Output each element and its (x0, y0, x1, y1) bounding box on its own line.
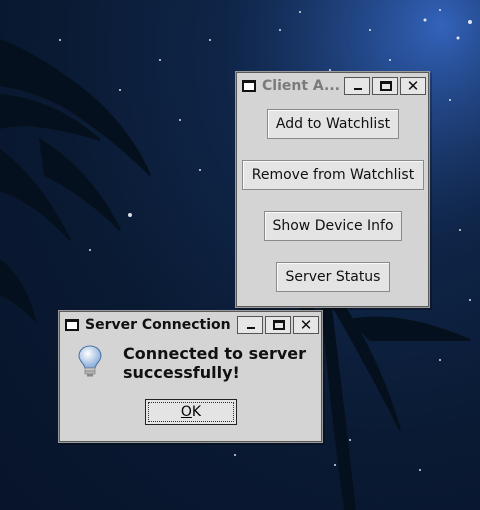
remove-from-watchlist-button[interactable]: Remove from Watchlist (242, 160, 424, 190)
lightbulb-icon (78, 345, 102, 377)
ok-label-rest: K (191, 404, 202, 420)
minimize-button[interactable] (344, 77, 370, 95)
maximize-icon (380, 81, 392, 91)
minimize-icon (247, 327, 255, 329)
minimize-button[interactable] (237, 316, 263, 334)
add-to-watchlist-button[interactable]: Add to Watchlist (267, 109, 399, 139)
show-device-info-button[interactable]: Show Device Info (264, 211, 402, 241)
client-window: Client A... ✕ Add to Watchlist Remove fr… (235, 71, 430, 308)
dialog-title: Server Connection (85, 317, 231, 333)
client-window-titlebar[interactable]: Client A... ✕ (239, 75, 426, 97)
dialog-titlebar[interactable]: Server Connection ✕ (62, 314, 319, 336)
minimize-icon (354, 88, 362, 90)
window-menu-icon[interactable] (65, 319, 79, 331)
close-icon: ✕ (406, 77, 420, 95)
ok-mnemonic: O (180, 404, 192, 420)
maximize-button[interactable] (372, 77, 398, 95)
client-window-title: Client A... (262, 78, 340, 94)
maximize-button[interactable] (265, 316, 291, 334)
maximize-icon (273, 320, 285, 330)
close-button[interactable]: ✕ (400, 77, 426, 95)
window-menu-icon[interactable] (242, 80, 256, 92)
server-connection-dialog: Server Connection ✕ Connected to server … (58, 310, 323, 443)
close-button[interactable]: ✕ (293, 316, 319, 334)
dialog-message: Connected to server successfully! (123, 344, 307, 382)
ok-button[interactable]: OK (145, 399, 237, 425)
server-status-button[interactable]: Server Status (276, 262, 390, 292)
close-icon: ✕ (299, 316, 313, 334)
